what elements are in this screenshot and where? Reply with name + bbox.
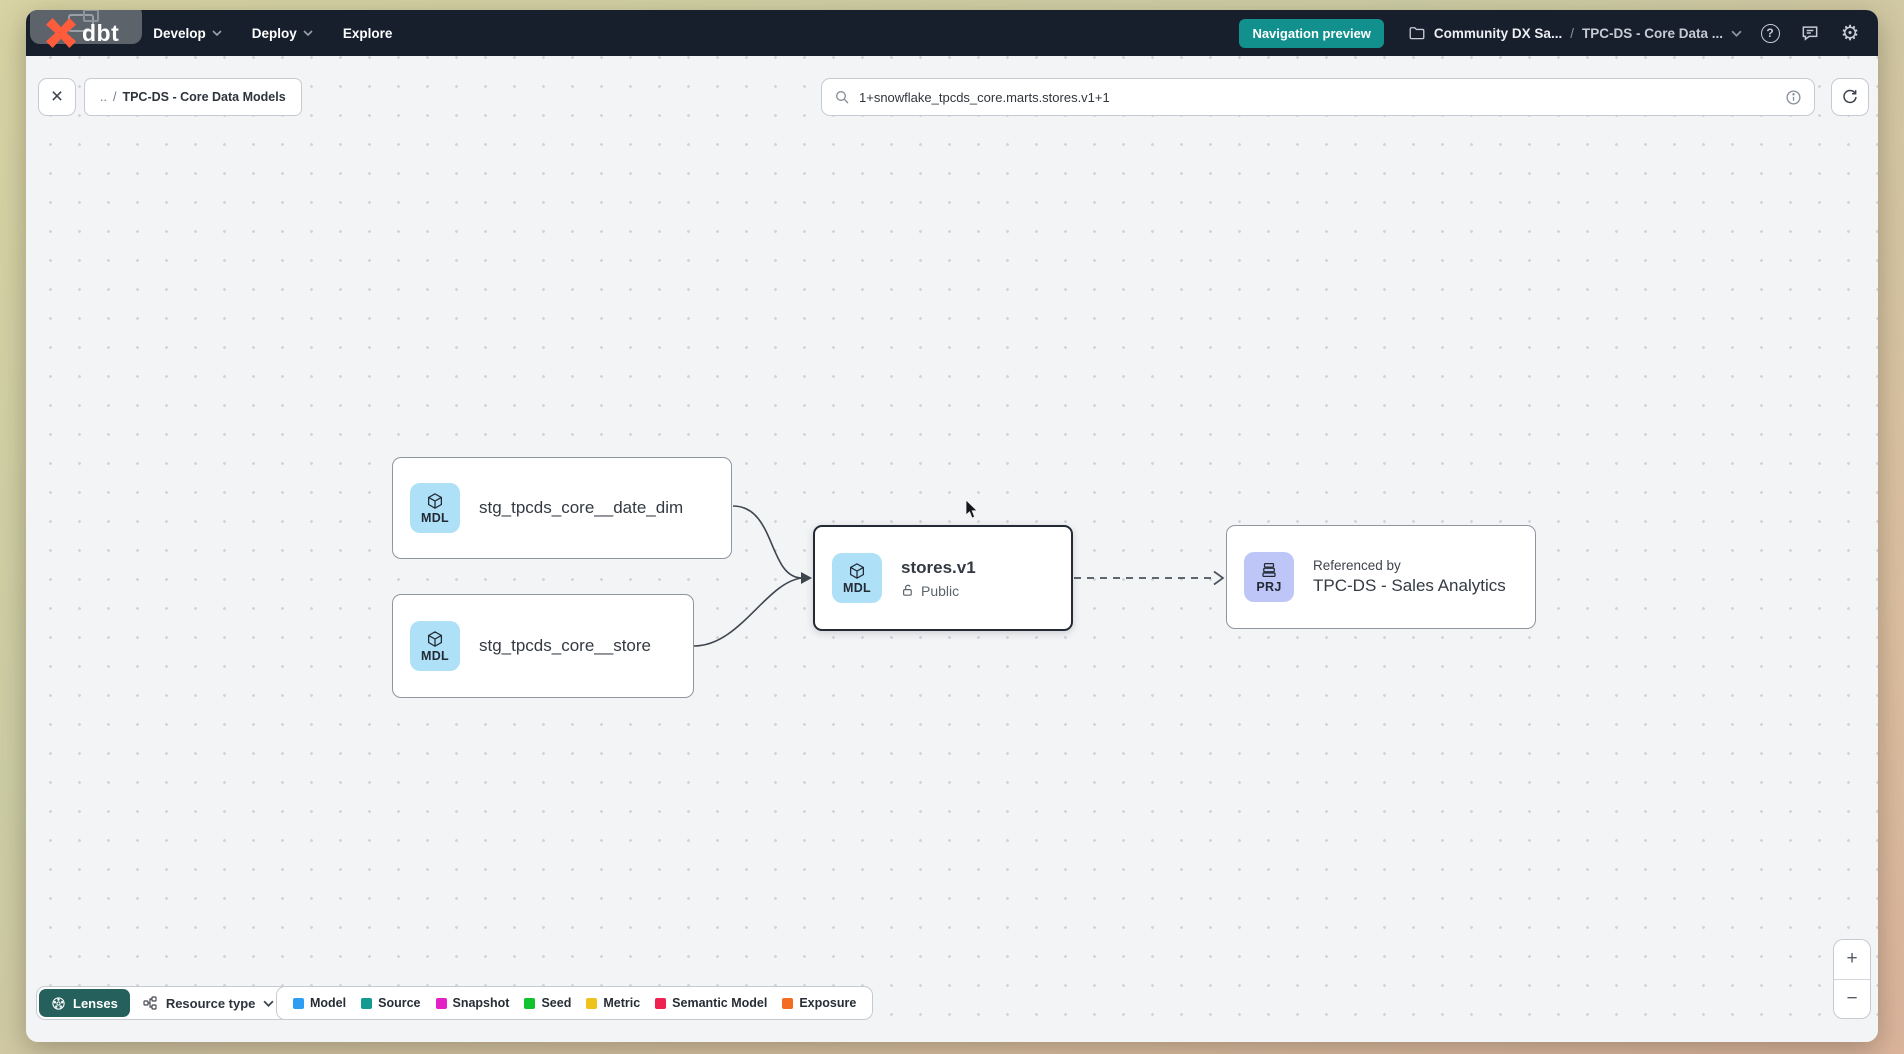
chevron-down-icon [303, 30, 313, 36]
dbt-logo-icon [46, 18, 76, 48]
model-badge: MDL [832, 553, 882, 603]
help-icon: ? [1761, 24, 1780, 43]
search-icon [834, 89, 850, 105]
cube-icon [426, 630, 444, 648]
lenses-button[interactable]: Lenses [39, 989, 130, 1017]
dashed-edge-arrowhead [1214, 572, 1223, 585]
lineage-canvas[interactable]: × .. / TPC-DS - Core Data Models MDL stg… [26, 56, 1878, 1042]
resource-type-dropdown[interactable]: Resource type [130, 989, 287, 1017]
chevron-down-icon[interactable] [1731, 30, 1742, 37]
seed-swatch [524, 998, 535, 1009]
help-button[interactable]: ? [1758, 21, 1782, 45]
source-swatch [361, 998, 372, 1009]
dbt-logo-text: dbt [82, 20, 119, 47]
legend-item-snapshot: Snapshot [436, 996, 510, 1010]
mouse-cursor [965, 500, 983, 520]
legend-item-model: Model [293, 996, 346, 1010]
node-referenced-by-project[interactable]: PRJ Referenced by TPC-DS - Sales Analyti… [1226, 525, 1536, 629]
lenses-control-group: Lenses Resource type [36, 986, 289, 1020]
node-access-row: Public [901, 583, 976, 599]
top-navbar: dbt Develop Deploy Explore Navigation pr… [26, 10, 1878, 56]
app-window: dbt Develop Deploy Explore Navigation pr… [26, 10, 1878, 1042]
folder-icon [1408, 24, 1426, 42]
feedback-button[interactable] [1798, 21, 1822, 45]
breadcrumb-page: TPC-DS - Core Data ... [1582, 26, 1723, 41]
node-label: TPC-DS - Sales Analytics [1313, 576, 1506, 596]
chip-label: TPC-DS - Core Data Models [122, 90, 285, 104]
legend-item-semantic-model: Semantic Model [655, 996, 767, 1010]
edge-store-to-stores [694, 578, 802, 646]
settings-button[interactable]: ⚙ [1838, 21, 1862, 45]
node-label: stg_tpcds_core__store [479, 636, 651, 656]
chevron-down-icon [212, 30, 222, 36]
node-text-block: Referenced by TPC-DS - Sales Analytics [1313, 558, 1506, 596]
project-badge: PRJ [1244, 552, 1294, 602]
exposure-swatch [782, 998, 793, 1009]
resource-type-icon [142, 995, 158, 1011]
chip-separator: / [113, 90, 116, 104]
breadcrumb[interactable]: Community DX Sa... / TPC-DS - Core Data … [1408, 24, 1742, 42]
model-swatch [293, 998, 304, 1009]
edge-arrowhead [801, 572, 812, 584]
semantic-model-swatch [655, 998, 666, 1009]
dbt-logo[interactable]: dbt [46, 18, 119, 48]
unlocked-padlock-icon [901, 583, 915, 598]
metric-swatch [586, 998, 597, 1009]
zoom-in-button[interactable]: + [1834, 940, 1870, 980]
nav-item-deploy[interactable]: Deploy [252, 26, 313, 41]
node-stg-tpcds-core-date-dim[interactable]: MDL stg_tpcds_core__date_dim [392, 457, 732, 559]
zoom-out-button[interactable]: − [1834, 980, 1870, 1019]
navigation-preview-badge[interactable]: Navigation preview [1239, 19, 1383, 48]
nav-item-develop[interactable]: Develop [153, 26, 222, 41]
zoom-controls: + − [1833, 939, 1871, 1019]
gear-icon: ⚙ [1841, 23, 1860, 44]
node-stg-tpcds-core-store[interactable]: MDL stg_tpcds_core__store [392, 594, 694, 698]
cube-icon [426, 492, 444, 510]
legend-item-exposure: Exposure [782, 996, 856, 1010]
node-stores-v1[interactable]: MDL stores.v1 Public [813, 525, 1073, 631]
close-lineage-button[interactable]: × [38, 78, 76, 116]
snapshot-swatch [436, 998, 447, 1009]
legend-item-metric: Metric [586, 996, 640, 1010]
breadcrumb-project: Community DX Sa... [1434, 26, 1562, 41]
edge-date-dim-to-stores [733, 506, 802, 578]
model-badge: MDL [410, 621, 460, 671]
navbar-right: Navigation preview Community DX Sa... / … [1239, 19, 1862, 48]
legend-item-source: Source [361, 996, 420, 1010]
feedback-chat-icon [1800, 23, 1820, 43]
lineage-selector-bar [821, 78, 1815, 116]
node-label: stg_tpcds_core__date_dim [479, 498, 683, 518]
lineage-selector-input[interactable] [859, 90, 1776, 105]
breadcrumb-separator: / [1570, 26, 1574, 41]
refresh-lineage-button[interactable] [1831, 78, 1869, 116]
lens-icon [51, 996, 66, 1011]
model-badge: MDL [410, 483, 460, 533]
cube-icon [848, 562, 866, 580]
nav-item-explore[interactable]: Explore [343, 26, 393, 41]
refresh-icon [1841, 88, 1859, 106]
chevron-down-icon [263, 1000, 274, 1007]
resource-type-legend: Model Source Snapshot Seed Metric Semant… [276, 986, 873, 1020]
lineage-breadcrumb-chip[interactable]: .. / TPC-DS - Core Data Models [84, 78, 302, 116]
archive-stack-icon [1260, 561, 1278, 579]
node-kicker: Referenced by [1313, 558, 1506, 573]
info-icon[interactable] [1785, 89, 1802, 106]
chip-prefix: .. [100, 90, 107, 104]
node-text-block: stores.v1 Public [901, 558, 976, 599]
main-nav: Develop Deploy Explore [153, 26, 392, 41]
legend-item-seed: Seed [524, 996, 571, 1010]
node-label: stores.v1 [901, 558, 976, 578]
